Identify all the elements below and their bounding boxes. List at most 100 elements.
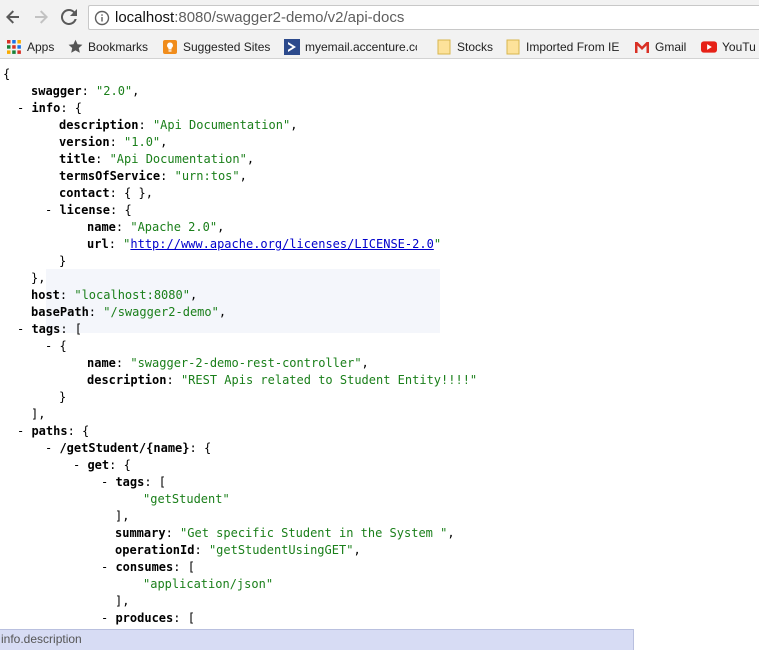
json-open-brace: { bbox=[3, 67, 11, 81]
bookmark-myemail[interactable]: myemail.accenture.cc bbox=[284, 35, 417, 58]
json-value: "Api Documentation" bbox=[152, 118, 291, 132]
json-line: - get: { bbox=[73, 458, 131, 472]
bookmark-gmail[interactable]: Gmail bbox=[634, 35, 686, 58]
json-key: host bbox=[31, 288, 60, 302]
browser-toolbar: localhost:8080/swagger2-demo/v2/api-docs bbox=[0, 0, 759, 35]
collapse-toggle[interactable]: - bbox=[73, 458, 87, 472]
json-value: "/swagger2-demo" bbox=[103, 305, 219, 319]
json-line: "getStudent" bbox=[143, 491, 230, 508]
json-value: { } bbox=[124, 186, 146, 200]
json-line: - produces: [ bbox=[101, 611, 195, 625]
json-key: version bbox=[59, 135, 110, 149]
bookmark-suggested-sites[interactable]: Suggested Sites bbox=[162, 35, 270, 58]
bookmark-youtube[interactable]: YouTu bbox=[701, 35, 756, 58]
json-line: version: "1.0", bbox=[59, 135, 168, 149]
json-value: "getStudentUsingGET" bbox=[208, 543, 354, 557]
json-line: swagger: "2.0", bbox=[31, 84, 140, 98]
json-line: - info: { bbox=[17, 101, 83, 115]
json-value: "2.0" bbox=[96, 84, 133, 98]
star-icon bbox=[67, 39, 83, 55]
json-key: license bbox=[59, 203, 111, 217]
collapse-toggle[interactable]: - bbox=[101, 611, 115, 625]
json-key: description bbox=[59, 118, 139, 132]
json-value: "Api Documentation" bbox=[109, 152, 247, 166]
json-line: - license: { bbox=[45, 203, 132, 217]
bookmark-label: Bookmarks bbox=[88, 39, 149, 54]
json-key: tags bbox=[115, 475, 145, 489]
collapse-toggle[interactable]: - bbox=[17, 322, 31, 336]
status-bar: info.description bbox=[0, 629, 634, 650]
collapse-toggle[interactable]: - bbox=[45, 441, 59, 455]
json-value: "swagger-2-demo-rest-controller" bbox=[130, 356, 362, 370]
json-key: termsOfService bbox=[59, 169, 161, 183]
back-arrow-icon bbox=[6, 10, 19, 24]
bookmark-label: YouTu bbox=[722, 39, 756, 54]
json-line: } bbox=[59, 390, 67, 404]
json-line: - { bbox=[45, 339, 67, 353]
json-value: "Apache 2.0" bbox=[130, 220, 218, 234]
url-host: localhost bbox=[115, 9, 175, 26]
collapse-toggle[interactable]: - bbox=[101, 560, 115, 574]
collapse-toggle[interactable]: - bbox=[17, 101, 31, 115]
json-key: consumes bbox=[115, 560, 174, 574]
json-line: url: "http://www.apache.org/licenses/LIC… bbox=[87, 237, 442, 251]
json-key: description bbox=[87, 373, 167, 387]
json-key: url bbox=[87, 237, 109, 251]
bookmark-imported-from-ie[interactable]: Imported From IE bbox=[505, 35, 619, 58]
bookmark-apps[interactable]: Apps bbox=[6, 35, 54, 58]
youtube-icon bbox=[701, 39, 717, 55]
license-url-link[interactable]: http://www.apache.org/licenses/LICENSE-2… bbox=[130, 237, 433, 251]
bookmarks-bar: Apps Bookmarks Suggested Sites myemail.a… bbox=[0, 35, 759, 59]
bookmark-stocks[interactable]: Stocks bbox=[436, 35, 493, 58]
json-key: title bbox=[59, 152, 96, 166]
collapse-toggle[interactable]: - bbox=[45, 203, 59, 217]
back-button[interactable] bbox=[1, 5, 25, 29]
json-line: title: "Api Documentation", bbox=[59, 152, 255, 166]
collapse-toggle[interactable]: - bbox=[45, 339, 59, 353]
json-key: contact bbox=[59, 186, 110, 200]
bookmark-bookmarks[interactable]: Bookmarks bbox=[67, 35, 148, 58]
json-key: /getStudent/{name} bbox=[59, 441, 190, 455]
url-path: :8080/swagger2-demo/v2/api-docs bbox=[174, 9, 405, 26]
json-line: contact: { }, bbox=[59, 186, 153, 200]
json-line: - /getStudent/{name}: { bbox=[45, 441, 212, 455]
json-line: } bbox=[59, 254, 67, 268]
bookmark-label: Gmail bbox=[655, 39, 687, 54]
accenture-icon bbox=[284, 38, 300, 55]
json-line: operationId: "getStudentUsingGET", bbox=[115, 543, 361, 557]
reload-icon bbox=[61, 9, 77, 25]
suggested-sites-icon bbox=[162, 39, 178, 55]
json-line: "application/json" bbox=[143, 576, 273, 593]
json-key: operationId bbox=[115, 543, 195, 557]
json-line: ], bbox=[31, 407, 46, 421]
json-key: get bbox=[87, 458, 110, 472]
json-line: - paths: { bbox=[17, 424, 90, 438]
json-line: name: "swagger-2-demo-rest-controller", bbox=[87, 356, 369, 370]
reload-button[interactable] bbox=[57, 5, 81, 29]
apps-grid-icon bbox=[6, 39, 22, 55]
folder-icon bbox=[436, 39, 452, 55]
bookmark-label: Imported From IE bbox=[526, 39, 620, 54]
json-line: name: "Apache 2.0", bbox=[87, 220, 225, 234]
forward-button[interactable] bbox=[29, 5, 53, 29]
json-value: "application/json" bbox=[143, 577, 274, 591]
json-line: - tags: [ bbox=[17, 322, 83, 336]
url-text[interactable]: localhost:8080/swagger2-demo/v2/api-docs bbox=[115, 9, 404, 27]
collapse-toggle[interactable]: - bbox=[17, 424, 31, 438]
json-key: paths bbox=[31, 424, 68, 438]
json-line: description: "REST Apis related to Stude… bbox=[87, 373, 478, 387]
json-value: "localhost:8080" bbox=[74, 288, 190, 302]
json-value: "getStudent" bbox=[143, 492, 230, 506]
collapse-toggle[interactable]: - bbox=[101, 475, 115, 489]
json-key: basePath bbox=[31, 305, 89, 319]
bookmark-label: Apps bbox=[27, 39, 55, 54]
address-bar[interactable]: localhost:8080/swagger2-demo/v2/api-docs bbox=[88, 5, 759, 30]
json-key: name bbox=[87, 356, 116, 370]
info-icon[interactable] bbox=[94, 10, 110, 26]
bookmark-label: Stocks bbox=[457, 39, 494, 54]
json-key: produces bbox=[115, 611, 174, 625]
json-line: - consumes: [ bbox=[101, 560, 195, 574]
json-line: ], bbox=[115, 509, 130, 523]
bookmark-label: Suggested Sites bbox=[183, 39, 271, 54]
json-line: basePath: "/swagger2-demo", bbox=[31, 305, 227, 319]
